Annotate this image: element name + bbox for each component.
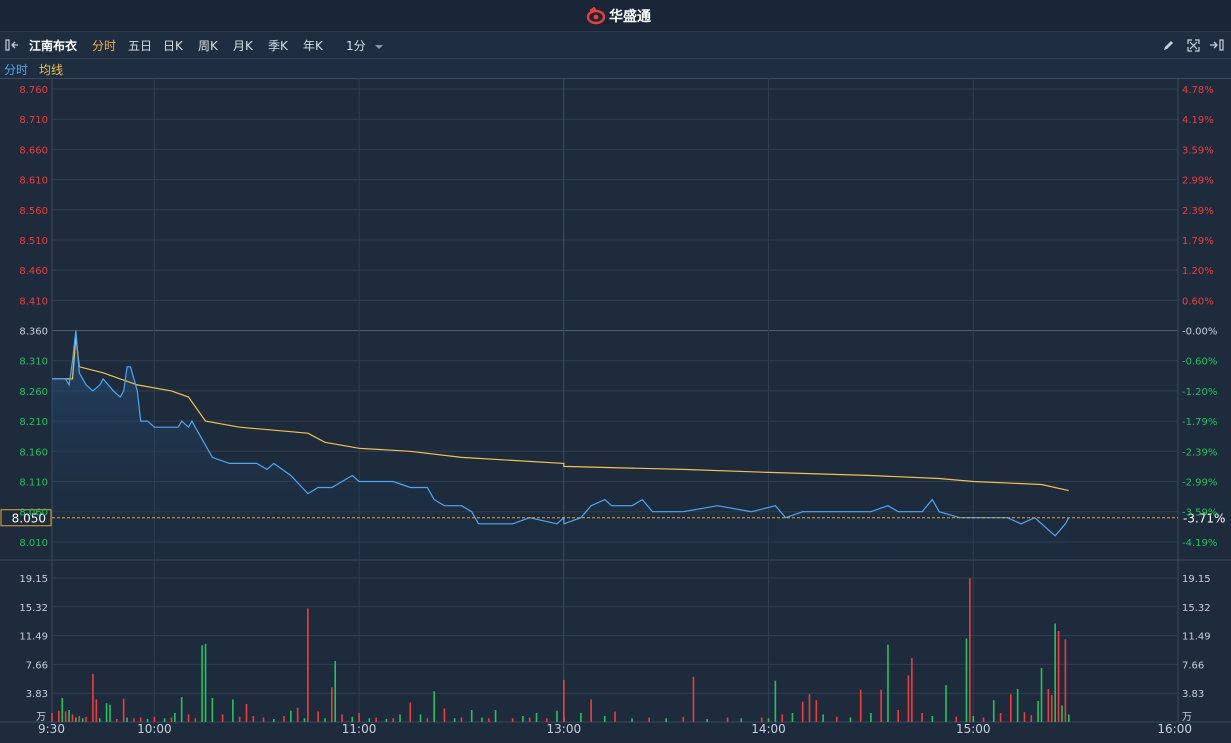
y-tick-left: 8.260 (19, 387, 48, 398)
x-tick: 15:00 (956, 722, 991, 736)
volume-tick-right: 3.83 (1182, 689, 1204, 700)
intraday-chart: 8.050 -3.71% 8.760 4.78%8.710 4.19%8.660 3.5… (0, 78, 1231, 736)
interval-select[interactable]: 1分 (346, 37, 384, 54)
brand-swirl-icon (586, 7, 606, 25)
y-tick-right: 4.19% (1182, 115, 1214, 126)
y-tick-left: 8.210 (19, 417, 48, 428)
volume-tick-left: 3.83 (26, 689, 48, 700)
y-tick-left: 8.560 (19, 206, 48, 217)
x-tick: 16:00 (1157, 722, 1192, 736)
legend-price-line: 分时 (4, 63, 29, 77)
tab-month-k[interactable]: 月K (233, 37, 253, 54)
volume-tick-left: 7.66 (26, 660, 48, 671)
tab-week-k[interactable]: 周K (198, 37, 218, 54)
interval-value: 1分 (346, 39, 366, 53)
fullscreen-icon[interactable] (1187, 39, 1200, 52)
y-tick-right: 3.59% (1182, 145, 1214, 156)
chart-grid (0, 78, 1231, 723)
price-area-fill (52, 330, 1069, 560)
volume-bars (51, 578, 1070, 722)
y-tick-left: 8.710 (19, 115, 48, 126)
y-tick-right: -0.00% (1182, 327, 1217, 338)
tab-five-day[interactable]: 五日 (128, 37, 152, 54)
collapse-left-icon[interactable] (5, 39, 21, 51)
collapse-right-icon[interactable] (1209, 39, 1225, 51)
stock-name: 江南布衣 (29, 39, 78, 53)
y-tick-right: 2.39% (1182, 206, 1214, 217)
legend-average-line: 均线 (39, 63, 64, 77)
y-tick-right: -0.60% (1182, 357, 1217, 368)
y-tick-left: 8.160 (19, 447, 48, 458)
volume-tick-right: 19.15 (1182, 574, 1211, 585)
y-tick-left: 8.760 (19, 85, 48, 96)
y-tick-right: 1.79% (1182, 236, 1214, 247)
y-tick-left: 8.360 (19, 327, 48, 338)
axis-labels: 8.760 4.78% 8.710 4.19% 8.660 3.59% 8.610 2.99%… (19, 85, 1217, 736)
x-tick: 10:00 (137, 722, 172, 736)
x-tick: 11:00 (342, 722, 377, 736)
volume-unit-right: 万 (1182, 712, 1192, 723)
y-tick-left: 8.660 (19, 145, 48, 156)
tab-year-k[interactable]: 年K (303, 37, 323, 54)
app-header: 华盛通 (0, 0, 1231, 32)
y-tick-left: 8.110 (19, 478, 48, 489)
y-tick-right: -3.59% (1182, 508, 1217, 519)
y-tick-left: 8.410 (19, 296, 48, 307)
y-tick-right: -1.20% (1182, 387, 1217, 398)
y-tick-right: -4.19% (1182, 538, 1217, 549)
y-tick-right: 1.20% (1182, 266, 1214, 277)
volume-tick-right: 15.32 (1182, 603, 1211, 614)
y-tick-right: -1.79% (1182, 417, 1217, 428)
y-tick-left: 8.060 (19, 508, 48, 519)
chart-legend: 分时 均线 (0, 59, 1231, 79)
y-tick-right: -2.99% (1182, 478, 1217, 489)
chevron-down-icon (375, 45, 384, 49)
volume-tick-left: 15.32 (19, 603, 48, 614)
x-tick: 9:30 (38, 722, 65, 736)
pencil-icon[interactable] (1162, 39, 1175, 52)
y-tick-left: 8.610 (19, 176, 48, 187)
volume-tick-right: 7.66 (1182, 660, 1204, 671)
volume-tick-right: 11.49 (1182, 632, 1211, 643)
y-tick-right: -2.39% (1182, 447, 1217, 458)
chart-toolbar: 江南布衣 分时 五日 日K 周K 月K 季K 年K 1分 (0, 32, 1231, 59)
tab-minute[interactable]: 分时 (92, 37, 116, 54)
y-tick-left: 8.310 (19, 357, 48, 368)
brand-logo: 华盛通 (586, 6, 651, 26)
brand-name: 华盛通 (609, 9, 651, 25)
x-tick: 14:00 (751, 722, 786, 736)
y-tick-right: 2.99% (1182, 176, 1214, 187)
y-tick-left: 8.510 (19, 236, 48, 247)
y-tick-left: 8.460 (19, 266, 48, 277)
y-tick-right: 0.60% (1182, 296, 1214, 307)
volume-tick-left: 19.15 (19, 574, 48, 585)
tab-quarter-k[interactable]: 季K (268, 37, 288, 54)
y-tick-right: 4.78% (1182, 85, 1214, 96)
price-area (52, 330, 1069, 560)
y-tick-left: 8.010 (19, 538, 48, 549)
tab-day-k[interactable]: 日K (163, 37, 183, 54)
volume-unit-left: 万 (36, 712, 46, 723)
volume-tick-left: 11.49 (19, 632, 48, 643)
x-tick: 13:00 (547, 722, 582, 736)
